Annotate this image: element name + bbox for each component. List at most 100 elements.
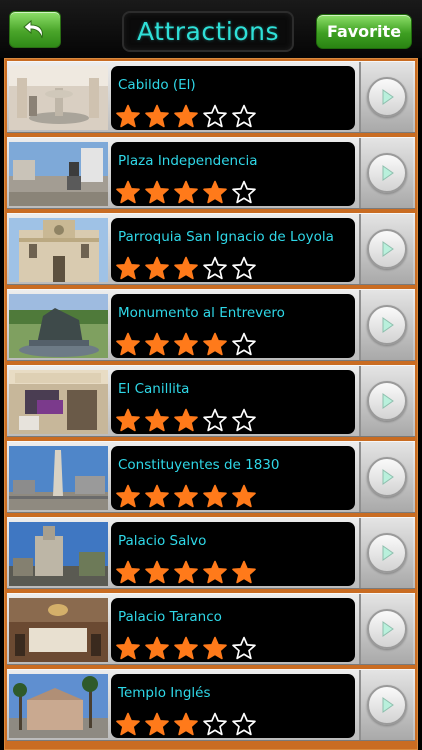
star-outline-icon <box>232 180 256 204</box>
list-item[interactable]: Parroquia San Ignacio de Loyola <box>7 213 415 285</box>
star-filled-icon <box>174 636 198 660</box>
open-detail-button[interactable] <box>359 62 413 132</box>
star-outline-icon <box>232 256 256 280</box>
open-detail-button[interactable] <box>359 138 413 208</box>
star-outline-icon <box>232 712 256 736</box>
star-filled-icon <box>145 636 169 660</box>
star-filled-icon <box>203 636 227 660</box>
chevron-right-icon <box>367 381 407 421</box>
star-filled-icon <box>116 560 140 584</box>
star-outline-icon <box>203 104 227 128</box>
star-filled-icon <box>145 712 169 736</box>
title-panel: Attractions <box>122 11 294 52</box>
attraction-info-panel: Parroquia San Ignacio de Loyola <box>111 218 355 282</box>
attraction-info-panel: Palacio Salvo <box>111 522 355 586</box>
chevron-right-icon <box>367 229 407 269</box>
list-item[interactable]: Palacio Taranco <box>7 593 415 665</box>
star-filled-icon <box>116 484 140 508</box>
attraction-photo <box>9 142 108 206</box>
attraction-photo <box>9 598 108 662</box>
star-filled-icon <box>174 180 198 204</box>
attraction-photo <box>9 674 108 738</box>
attraction-name: El Canillita <box>118 381 190 397</box>
page-title: Attractions <box>136 17 280 46</box>
list-item[interactable]: Plaza Independencia <box>7 137 415 209</box>
attraction-info-panel: Cabildo (El) <box>111 66 355 130</box>
top-bar: Attractions Favorite <box>0 0 422 58</box>
attraction-name: Parroquia San Ignacio de Loyola <box>118 229 334 245</box>
attraction-photo <box>9 66 108 130</box>
open-detail-button[interactable] <box>359 518 413 588</box>
star-filled-icon <box>145 332 169 356</box>
star-outline-icon <box>232 408 256 432</box>
star-filled-icon <box>145 180 169 204</box>
star-filled-icon <box>116 104 140 128</box>
attraction-name: Palacio Salvo <box>118 533 207 549</box>
attraction-name: Plaza Independencia <box>118 153 258 169</box>
star-filled-icon <box>145 408 169 432</box>
rating-stars <box>115 712 257 736</box>
attraction-name: Templo Inglés <box>118 685 211 701</box>
attraction-info-panel: Templo Inglés <box>111 674 355 738</box>
star-filled-icon <box>116 332 140 356</box>
rating-stars <box>115 560 257 584</box>
open-detail-button[interactable] <box>359 670 413 740</box>
chevron-right-icon <box>367 77 407 117</box>
star-filled-icon <box>116 408 140 432</box>
star-filled-icon <box>174 104 198 128</box>
list-item[interactable]: Palacio Salvo <box>7 517 415 589</box>
star-outline-icon <box>203 712 227 736</box>
attraction-info-panel: Palacio Taranco <box>111 598 355 662</box>
star-filled-icon <box>145 560 169 584</box>
star-filled-icon <box>174 332 198 356</box>
chevron-right-icon <box>367 457 407 497</box>
star-filled-icon <box>174 484 198 508</box>
list-item[interactable]: Cabildo (El) <box>7 61 415 133</box>
attraction-photo <box>9 218 108 282</box>
list-item[interactable]: Monumento al Entrevero <box>7 289 415 361</box>
star-filled-icon <box>232 484 256 508</box>
rating-stars <box>115 332 257 356</box>
attraction-photo <box>9 446 108 510</box>
star-filled-icon <box>174 560 198 584</box>
list-item[interactable]: Templo Inglés <box>7 669 415 741</box>
favorite-button[interactable]: Favorite <box>316 14 412 49</box>
attraction-photo <box>9 294 108 358</box>
star-filled-icon <box>174 712 198 736</box>
star-filled-icon <box>174 256 198 280</box>
star-filled-icon <box>174 408 198 432</box>
star-filled-icon <box>116 180 140 204</box>
list-item[interactable]: Constituyentes de 1830 <box>7 441 415 513</box>
attraction-info-panel: Plaza Independencia <box>111 142 355 206</box>
attraction-photo <box>9 522 108 586</box>
chevron-right-icon <box>367 153 407 193</box>
star-outline-icon <box>232 332 256 356</box>
star-filled-icon <box>203 332 227 356</box>
attraction-info-panel: El Canillita <box>111 370 355 434</box>
star-filled-icon <box>203 180 227 204</box>
attraction-name: Palacio Taranco <box>118 609 222 625</box>
back-button[interactable] <box>9 11 61 48</box>
rating-stars <box>115 484 257 508</box>
rating-stars <box>115 256 257 280</box>
rating-stars <box>115 636 257 660</box>
star-filled-icon <box>116 256 140 280</box>
star-filled-icon <box>145 256 169 280</box>
open-detail-button[interactable] <box>359 214 413 284</box>
list-item[interactable]: El Canillita <box>7 365 415 437</box>
attractions-list[interactable]: Cabildo (El) Plaza Independencia Parroquia… <box>4 58 418 750</box>
attraction-name: Cabildo (El) <box>118 77 196 93</box>
star-filled-icon <box>116 636 140 660</box>
chevron-right-icon <box>367 609 407 649</box>
open-detail-button[interactable] <box>359 366 413 436</box>
attraction-info-panel: Monumento al Entrevero <box>111 294 355 358</box>
open-detail-button[interactable] <box>359 594 413 664</box>
star-filled-icon <box>145 104 169 128</box>
back-arrow-icon <box>23 19 43 38</box>
rating-stars <box>115 408 257 432</box>
star-outline-icon <box>232 104 256 128</box>
rating-stars <box>115 180 257 204</box>
open-detail-button[interactable] <box>359 290 413 360</box>
star-outline-icon <box>203 408 227 432</box>
open-detail-button[interactable] <box>359 442 413 512</box>
